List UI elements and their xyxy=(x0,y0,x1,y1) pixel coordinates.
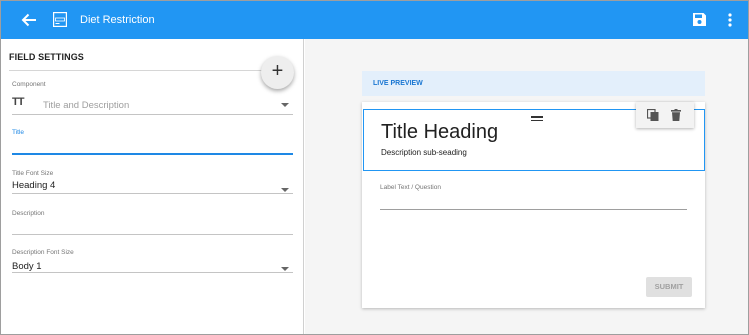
app-window: Diet Restriction FIELD SETTINGS + Compon… xyxy=(0,0,749,335)
field-toolbar xyxy=(636,102,694,128)
live-preview-label: LIVE PREVIEW xyxy=(373,80,423,87)
copy-icon[interactable] xyxy=(647,109,659,121)
form-preview-card: Title Heading Description sub-seading La… xyxy=(362,102,705,308)
more-vert-icon[interactable] xyxy=(728,13,732,27)
field-settings-title: FIELD SETTINGS xyxy=(9,52,84,62)
title-font-size-underline xyxy=(12,193,293,194)
top-app-bar: Diet Restriction xyxy=(1,1,748,39)
field-settings-panel: FIELD SETTINGS + Component TT Title and … xyxy=(1,39,304,334)
arrow-back-icon[interactable] xyxy=(20,11,38,29)
description-underline xyxy=(12,234,293,235)
title-label: Title xyxy=(12,129,25,136)
title-font-size-label: Title Font Size xyxy=(12,170,54,177)
component-underline xyxy=(12,114,293,115)
title-underline xyxy=(12,153,293,155)
component-select[interactable]: Title and Description xyxy=(43,100,129,111)
preview-subheading: Description sub-seading xyxy=(381,148,467,157)
page-title: Diet Restriction xyxy=(80,14,155,26)
description-label: Description xyxy=(12,210,45,217)
chevron-down-icon[interactable] xyxy=(281,267,289,271)
chevron-down-icon[interactable] xyxy=(281,103,289,107)
component-label: Component xyxy=(12,81,46,88)
description-font-size-label: Description Font Size xyxy=(12,249,74,256)
text-fields-icon: TT xyxy=(12,96,24,108)
divider xyxy=(9,70,293,71)
drag-handle-icon[interactable] xyxy=(531,116,543,121)
live-preview-header: LIVE PREVIEW xyxy=(362,71,705,96)
submit-button[interactable]: SUBMIT xyxy=(646,277,692,297)
delete-icon[interactable] xyxy=(671,109,681,121)
description-input[interactable] xyxy=(12,221,293,233)
description-font-size-underline xyxy=(12,272,293,273)
form-icon xyxy=(53,12,67,27)
add-field-button[interactable]: + xyxy=(261,56,294,89)
chevron-down-icon[interactable] xyxy=(281,188,289,192)
title-font-size-select[interactable]: Heading 4 xyxy=(12,180,55,191)
title-input[interactable] xyxy=(12,140,293,152)
question-label: Label Text / Question xyxy=(380,184,441,191)
description-font-size-select[interactable]: Body 1 xyxy=(12,261,42,272)
save-icon[interactable] xyxy=(692,12,707,27)
live-preview-panel: LIVE PREVIEW Title Heading Description s… xyxy=(305,39,748,334)
selected-field[interactable]: Title Heading Description sub-seading xyxy=(363,102,705,171)
preview-heading: Title Heading xyxy=(381,121,499,143)
question-input[interactable] xyxy=(380,209,687,210)
